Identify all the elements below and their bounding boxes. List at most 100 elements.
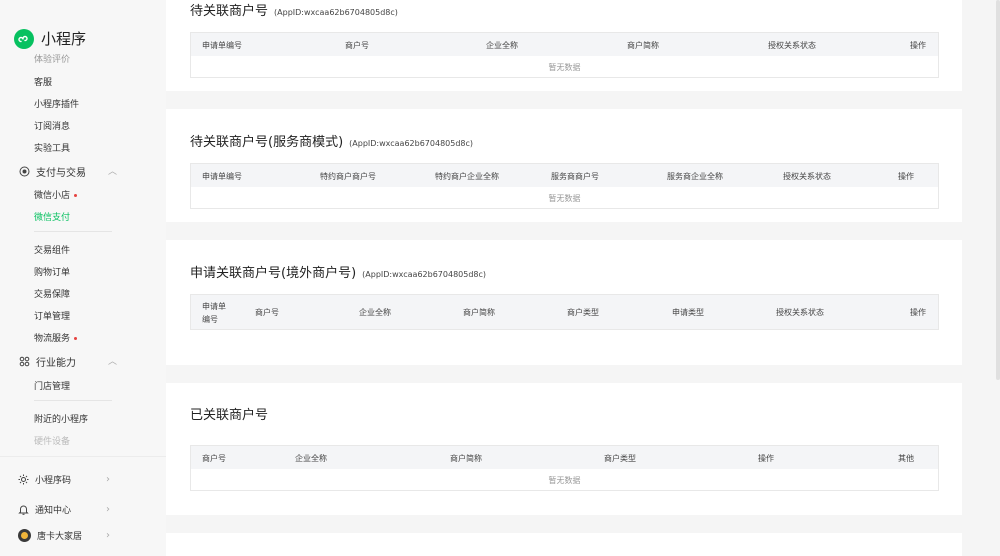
sidebar-item-wechat-store-label: 微信小店 <box>34 191 71 201</box>
section-title-text: 待关联商户号 <box>190 4 269 19</box>
table-header: 申请单编号 特约商户商户号 特约商户企业全称 服务商商户号 服务商企业全称 授权… <box>191 164 938 187</box>
appid-label: (AppID:wxcaa62b6704805d8c) <box>362 270 487 279</box>
section-title: 已关联商户号 <box>190 404 268 423</box>
column-header: 操作 <box>898 172 914 181</box>
divider <box>0 456 166 457</box>
column-header: 其他 <box>898 454 914 463</box>
column-header: 商户号 <box>255 308 279 317</box>
column-header: 商户简称 <box>450 454 482 463</box>
sidebar-notifications[interactable]: 通知中心 › <box>18 500 118 519</box>
column-header: 商户号 <box>202 454 226 463</box>
section-pending-merchants-service: 待关联商户号(服务商模式) (AppID:wxcaa62b6704805d8c) … <box>166 109 962 222</box>
sidebar: 小程序 体验评价 客服 小程序插件 订阅消息 实验工具 支付与交易 ︿ 微信小店… <box>0 0 166 556</box>
next-section <box>166 533 962 556</box>
column-header: 商户简称 <box>627 41 659 50</box>
column-header: 服务商商户号 <box>551 172 599 181</box>
section-title-text: 申请关联商户号(境外商户号) <box>190 266 357 281</box>
app-title: 小程序 <box>41 30 87 48</box>
sidebar-item-wechat-pay[interactable]: 微信支付 <box>34 210 70 223</box>
column-header: 申请类型 <box>672 308 704 317</box>
sidebar-item-trade-guarantee[interactable]: 交易保障 <box>34 287 70 300</box>
divider <box>34 400 112 401</box>
table-header: 申请单 编号 商户号 企业全称 商户简称 商户类型 申请类型 授权关系状态 操作 <box>191 295 938 329</box>
column-header: 操作 <box>758 454 774 463</box>
column-header: 授权关系状态 <box>783 172 831 181</box>
sidebar-item-logistics-label: 物流服务 <box>34 334 71 344</box>
column-header: 商户简称 <box>463 308 495 317</box>
sidebar-group-payment-label: 支付与交易 <box>36 168 86 179</box>
chevron-right-icon: › <box>106 474 110 485</box>
new-dot <box>74 337 78 340</box>
column-header: 特约商户商户号 <box>320 172 376 181</box>
new-dot <box>74 194 78 197</box>
sidebar-item-logistics[interactable]: 物流服务 <box>34 331 78 344</box>
sidebar-item-customer-service[interactable]: 客服 <box>34 75 52 88</box>
table-header: 申请单编号 商户号 企业全称 商户简称 授权关系状态 操作 <box>191 33 938 56</box>
sun-icon <box>18 470 29 489</box>
sidebar-notifications-label: 通知中心 <box>35 506 72 516</box>
column-header: 申请单 <box>202 302 226 311</box>
column-header: 申请单编号 <box>202 172 242 181</box>
sidebar-qrcode[interactable]: 小程序码 › <box>18 470 118 489</box>
empty-state: 暂无数据 <box>548 194 581 203</box>
sidebar-item-wechat-store[interactable]: 微信小店 <box>34 188 78 201</box>
table-header: 商户号 企业全称 商户简称 商户类型 操作 其他 <box>191 446 938 469</box>
avatar <box>18 529 31 542</box>
column-header: 特约商户企业全称 <box>435 172 499 181</box>
appid-label: (AppID:wxcaa62b6704805d8c) <box>274 8 398 17</box>
section-apply-overseas-merchants: 申请关联商户号(境外商户号) (AppID:wxcaa62b6704805d8c)… <box>166 240 962 365</box>
app-logo[interactable]: 小程序 <box>14 28 86 49</box>
section-title: 待关联商户号 (AppID:wxcaa62b6704805d8c) <box>190 0 398 19</box>
linked-merchants-table: 商户号 企业全称 商户简称 商户类型 操作 其他 暂无数据 <box>190 445 939 491</box>
sidebar-item-order-management[interactable]: 订单管理 <box>34 309 70 322</box>
bell-icon <box>18 500 29 519</box>
appid-label: (AppID:wxcaa62b6704805d8c) <box>349 139 474 148</box>
pending-service-merchants-table: 申请单编号 特约商户商户号 特约商户企业全称 服务商商户号 服务商企业全称 授权… <box>190 163 939 209</box>
column-header: 企业全称 <box>359 308 391 317</box>
column-header: 商户类型 <box>604 454 636 463</box>
column-header: 服务商企业全称 <box>667 172 723 181</box>
sidebar-item-store-management[interactable]: 门店管理 <box>34 379 70 392</box>
mini-program-icon <box>14 28 34 49</box>
column-header: 商户号 <box>345 41 369 50</box>
sidebar-item-nearby-mini-programs[interactable]: 附近的小程序 <box>34 412 88 425</box>
sidebar-item-experience-review[interactable]: 体验评价 <box>34 52 70 65</box>
sidebar-item-plugins[interactable]: 小程序插件 <box>34 97 79 110</box>
page-scrollbar[interactable] <box>996 0 1000 380</box>
chevron-up-icon: ︿ <box>108 167 118 177</box>
column-header: 操作 <box>910 41 926 50</box>
industry-icon <box>18 356 30 368</box>
column-header: 授权关系状态 <box>776 308 824 317</box>
sidebar-group-industry[interactable]: 行业能力 ︿ <box>18 354 118 369</box>
empty-state: 暂无数据 <box>548 476 581 485</box>
sidebar-item-lab-tools[interactable]: 实验工具 <box>34 141 70 154</box>
column-header: 申请单编号 <box>202 41 242 50</box>
column-header: 编号 <box>202 315 218 324</box>
column-header: 企业全称 <box>295 454 327 463</box>
sidebar-item-subscribe-messages[interactable]: 订阅消息 <box>34 119 70 132</box>
section-title: 待关联商户号(服务商模式) (AppID:wxcaa62b6704805d8c) <box>190 131 473 150</box>
section-title: 申请关联商户号(境外商户号) (AppID:wxcaa62b6704805d8c) <box>190 262 486 281</box>
section-title-text: 已关联商户号 <box>190 408 269 423</box>
column-header: 商户类型 <box>567 308 599 317</box>
section-title-text: 待关联商户号(服务商模式) <box>190 135 344 150</box>
empty-state: 暂无数据 <box>548 63 581 72</box>
sidebar-item-shopping-orders[interactable]: 购物订单 <box>34 265 70 278</box>
sidebar-group-payment[interactable]: 支付与交易 ︿ <box>18 164 118 179</box>
column-header: 企业全称 <box>486 41 518 50</box>
sidebar-qrcode-label: 小程序码 <box>35 476 72 486</box>
payment-icon <box>18 166 30 178</box>
column-header: 授权关系状态 <box>768 41 816 50</box>
sidebar-item-trade-components[interactable]: 交易组件 <box>34 243 70 256</box>
sidebar-item-hardware[interactable]: 硬件设备 <box>34 434 70 447</box>
sidebar-group-industry-label: 行业能力 <box>36 358 76 369</box>
sidebar-account[interactable]: 唐卡大家居 › <box>18 529 118 542</box>
pending-merchants-table: 申请单编号 商户号 企业全称 商户简称 授权关系状态 操作 暂无数据 <box>190 32 939 78</box>
chevron-right-icon: › <box>106 504 110 515</box>
overseas-merchants-table: 申请单 编号 商户号 企业全称 商户简称 商户类型 申请类型 授权关系状态 操作 <box>190 294 939 330</box>
section-pending-merchants: 待关联商户号 (AppID:wxcaa62b6704805d8c) 申请单编号 商… <box>166 0 962 91</box>
chevron-right-icon: › <box>106 530 110 541</box>
sidebar-account-label: 唐卡大家居 <box>37 532 83 542</box>
divider <box>34 231 112 232</box>
chevron-up-icon: ︿ <box>108 357 118 367</box>
